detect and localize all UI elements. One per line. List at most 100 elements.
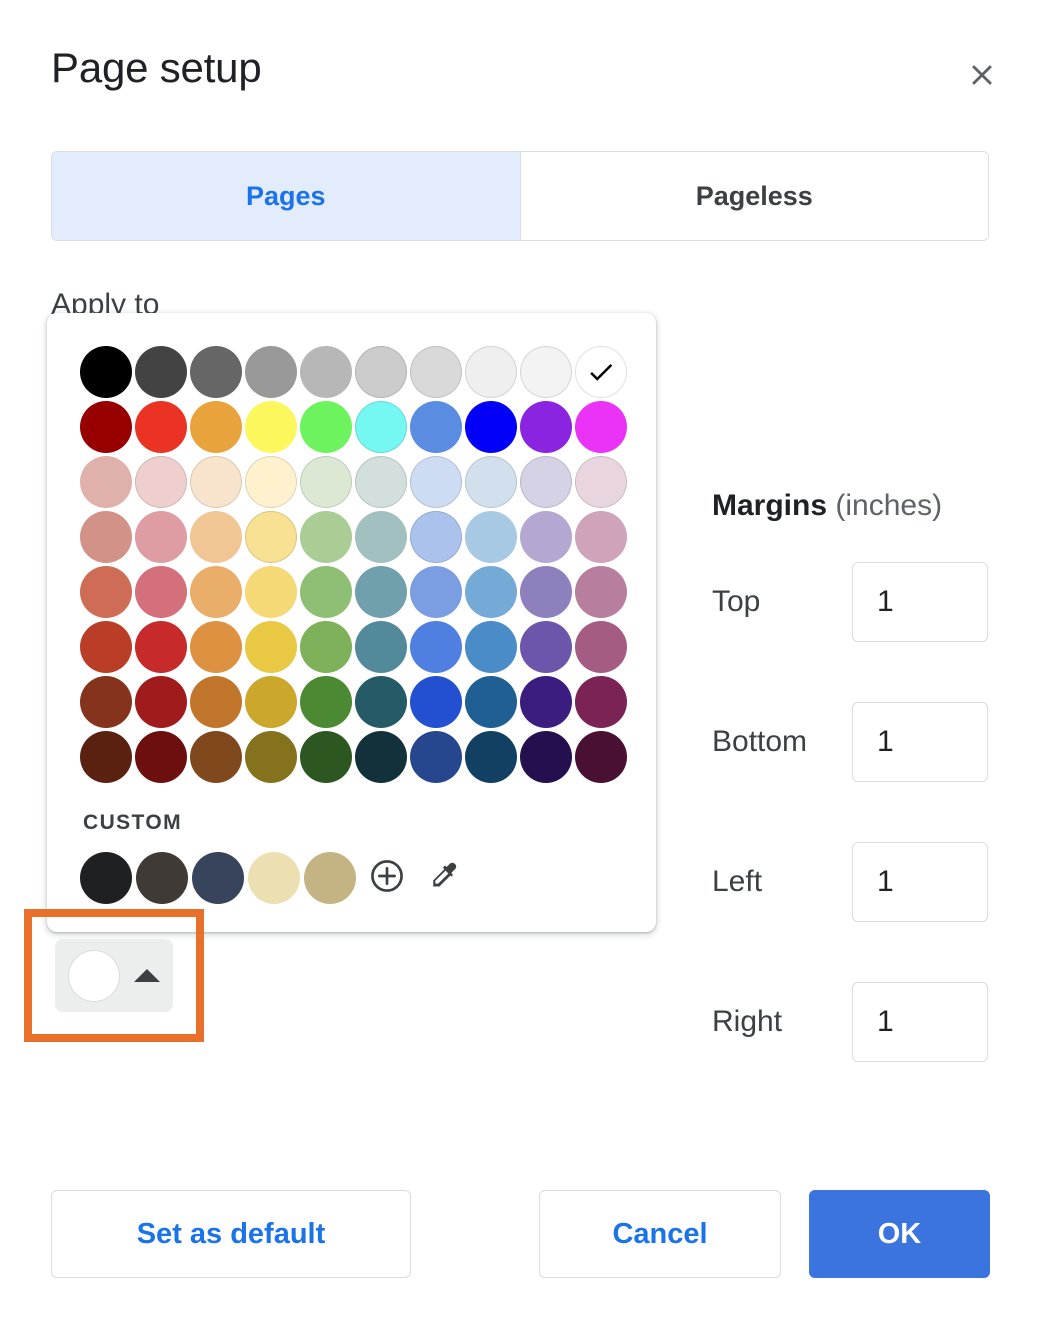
color-swatch[interactable] (410, 621, 462, 673)
color-swatch[interactable] (410, 676, 462, 728)
color-swatch[interactable] (135, 346, 187, 398)
color-swatch[interactable] (190, 401, 242, 453)
margin-top-input[interactable] (852, 562, 988, 642)
custom-color-swatch[interactable] (304, 852, 356, 904)
color-swatch[interactable] (355, 346, 407, 398)
color-swatch[interactable] (465, 346, 517, 398)
color-swatch[interactable] (410, 346, 462, 398)
color-swatch[interactable] (575, 676, 627, 728)
color-swatch[interactable] (300, 731, 352, 783)
color-swatch[interactable] (355, 731, 407, 783)
color-swatch[interactable] (245, 566, 297, 618)
color-swatch[interactable] (520, 456, 572, 508)
color-swatch[interactable] (80, 566, 132, 618)
color-swatch[interactable] (135, 676, 187, 728)
margin-bottom-input[interactable] (852, 702, 988, 782)
color-swatch[interactable] (80, 346, 132, 398)
color-swatch[interactable] (355, 621, 407, 673)
color-swatch[interactable] (520, 676, 572, 728)
margin-right-input[interactable] (852, 982, 988, 1062)
color-swatch[interactable] (355, 566, 407, 618)
color-swatch[interactable] (410, 511, 462, 563)
ok-button[interactable]: OK (809, 1190, 990, 1278)
color-swatch[interactable] (135, 621, 187, 673)
tab-pages[interactable]: Pages (52, 152, 520, 240)
close-button[interactable] (954, 47, 1010, 103)
color-swatch[interactable] (520, 621, 572, 673)
color-swatch[interactable] (190, 456, 242, 508)
color-swatch[interactable] (520, 346, 572, 398)
color-swatch[interactable] (190, 511, 242, 563)
color-swatch[interactable] (245, 676, 297, 728)
color-swatch[interactable] (355, 401, 407, 453)
color-swatch[interactable] (190, 621, 242, 673)
color-swatch[interactable] (575, 456, 627, 508)
color-swatch[interactable] (575, 401, 627, 453)
color-swatch[interactable] (300, 621, 352, 673)
color-swatch[interactable] (190, 676, 242, 728)
color-swatch[interactable] (575, 511, 627, 563)
color-swatch[interactable] (410, 731, 462, 783)
color-swatch[interactable] (245, 346, 297, 398)
color-swatch[interactable] (135, 456, 187, 508)
add-custom-color-button[interactable] (360, 851, 414, 905)
color-swatch[interactable] (300, 676, 352, 728)
color-swatch[interactable] (300, 511, 352, 563)
color-swatch[interactable] (135, 401, 187, 453)
color-swatch[interactable] (520, 401, 572, 453)
color-swatch[interactable] (355, 511, 407, 563)
color-swatch[interactable] (80, 676, 132, 728)
tab-pageless[interactable]: Pageless (520, 152, 989, 240)
color-swatch[interactable] (245, 456, 297, 508)
color-swatch[interactable] (465, 456, 517, 508)
color-picker-popup: CUSTOM (47, 313, 656, 932)
custom-color-swatch[interactable] (136, 852, 188, 904)
color-swatch[interactable] (245, 621, 297, 673)
margin-left-input[interactable] (852, 842, 988, 922)
color-swatch[interactable] (575, 566, 627, 618)
color-swatch[interactable] (465, 731, 517, 783)
color-swatch[interactable] (80, 731, 132, 783)
color-swatch[interactable] (300, 401, 352, 453)
color-swatch[interactable] (355, 676, 407, 728)
color-swatch[interactable] (300, 346, 352, 398)
color-swatch[interactable] (80, 511, 132, 563)
cancel-button[interactable]: Cancel (539, 1190, 781, 1278)
color-swatch[interactable] (190, 346, 242, 398)
color-swatch[interactable] (135, 566, 187, 618)
color-swatch[interactable] (190, 731, 242, 783)
color-swatch[interactable] (410, 456, 462, 508)
color-swatch[interactable] (80, 621, 132, 673)
color-swatch[interactable] (245, 401, 297, 453)
color-swatch[interactable] (465, 511, 517, 563)
custom-color-swatch[interactable] (80, 852, 132, 904)
color-swatch[interactable] (300, 566, 352, 618)
color-swatch[interactable] (410, 401, 462, 453)
color-swatch[interactable] (355, 456, 407, 508)
color-swatch[interactable] (575, 346, 627, 398)
custom-swatch-row (80, 851, 656, 905)
color-swatch[interactable] (465, 566, 517, 618)
color-swatch[interactable] (300, 456, 352, 508)
color-swatch[interactable] (135, 731, 187, 783)
color-swatch[interactable] (410, 566, 462, 618)
color-swatch[interactable] (245, 731, 297, 783)
custom-color-swatch[interactable] (248, 852, 300, 904)
custom-color-swatch[interactable] (192, 852, 244, 904)
color-swatch[interactable] (465, 676, 517, 728)
color-swatch[interactable] (190, 566, 242, 618)
color-swatch[interactable] (135, 511, 187, 563)
color-swatch[interactable] (80, 456, 132, 508)
color-swatch[interactable] (465, 621, 517, 673)
color-swatch[interactable] (80, 401, 132, 453)
eyedropper-button[interactable] (416, 851, 470, 905)
color-swatch[interactable] (575, 621, 627, 673)
color-swatch[interactable] (520, 731, 572, 783)
plus-circle-icon (368, 857, 406, 900)
color-swatch[interactable] (245, 511, 297, 563)
color-swatch[interactable] (465, 401, 517, 453)
color-swatch[interactable] (520, 511, 572, 563)
color-swatch[interactable] (520, 566, 572, 618)
set-as-default-button[interactable]: Set as default (51, 1190, 411, 1278)
color-swatch[interactable] (575, 731, 627, 783)
